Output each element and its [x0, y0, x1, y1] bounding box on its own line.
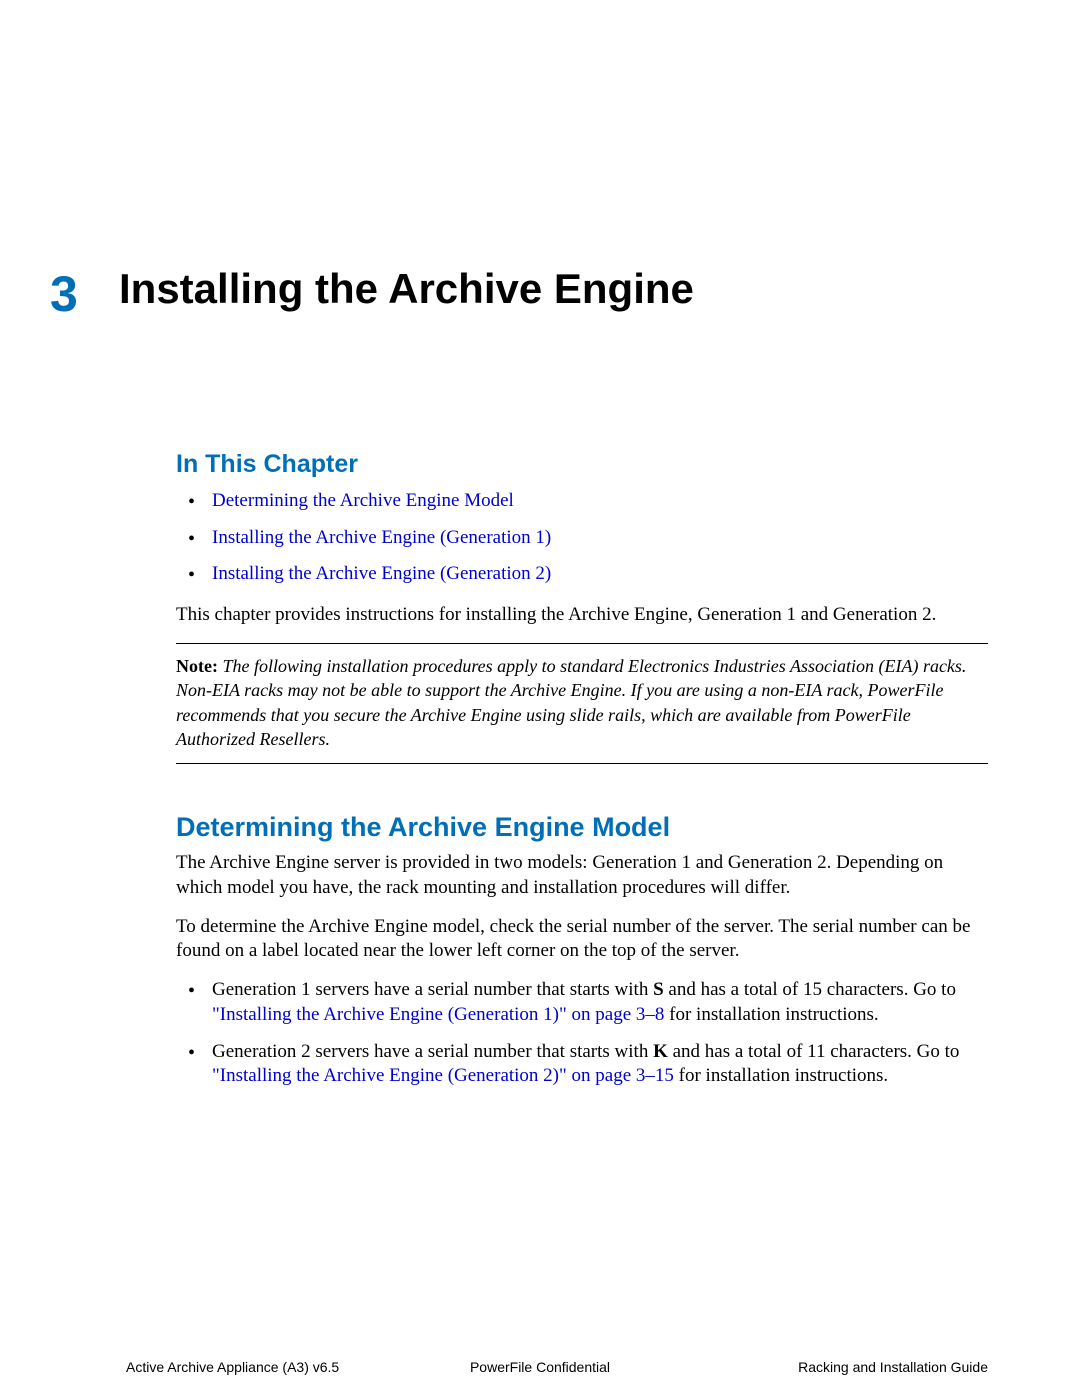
link-determining-model[interactable]: Determining the Archive Engine Model	[212, 490, 514, 511]
link-installing-gen2[interactable]: Installing the Archive Engine (Generatio…	[212, 563, 551, 584]
bold-letter-s: S	[653, 979, 664, 1000]
text-fragment: and has a total of 11 characters. Go to	[668, 1041, 960, 1062]
link-installing-gen1[interactable]: Installing the Archive Engine (Generatio…	[212, 527, 551, 548]
heading-determining-model: Determining the Archive Engine Model	[176, 812, 988, 843]
intro-paragraph: This chapter provides instructions for i…	[176, 603, 988, 628]
list-item-gen1: Generation 1 servers have a serial numbe…	[212, 978, 988, 1027]
note-text: Note: The following installation procedu…	[176, 654, 988, 751]
list-item: Determining the Archive Engine Model	[212, 487, 988, 516]
text-fragment: for installation instructions.	[674, 1065, 888, 1086]
note-block: Note: The following installation procedu…	[176, 643, 988, 764]
list-item-gen2: Generation 2 servers have a serial numbe…	[212, 1040, 988, 1089]
text-fragment: Generation 2 servers have a serial numbe…	[212, 1041, 653, 1062]
heading-in-this-chapter: In This Chapter	[176, 450, 988, 479]
chapter-title: Installing the Archive Engine	[119, 265, 694, 313]
serial-number-list: Generation 1 servers have a serial numbe…	[176, 978, 988, 1089]
footer-right: Racking and Installation Guide	[798, 1359, 988, 1375]
determining-p1: The Archive Engine server is provided in…	[176, 851, 988, 900]
note-body: The following installation procedures ap…	[176, 656, 966, 749]
note-label: Note:	[176, 656, 218, 676]
text-fragment: for installation instructions.	[664, 1004, 878, 1025]
list-item: Installing the Archive Engine (Generatio…	[212, 560, 988, 589]
bold-letter-k: K	[653, 1041, 668, 1062]
link-gen2-page[interactable]: "Installing the Archive Engine (Generati…	[212, 1065, 674, 1086]
text-fragment: Generation 1 servers have a serial numbe…	[212, 979, 653, 1000]
chapter-number: 3	[50, 265, 78, 323]
link-gen1-page[interactable]: "Installing the Archive Engine (Generati…	[212, 1004, 664, 1025]
chapter-link-list: Determining the Archive Engine Model Ins…	[176, 487, 988, 589]
list-item: Installing the Archive Engine (Generatio…	[212, 524, 988, 553]
text-fragment: and has a total of 15 characters. Go to	[664, 979, 956, 1000]
determining-p2: To determine the Archive Engine model, c…	[176, 915, 988, 964]
